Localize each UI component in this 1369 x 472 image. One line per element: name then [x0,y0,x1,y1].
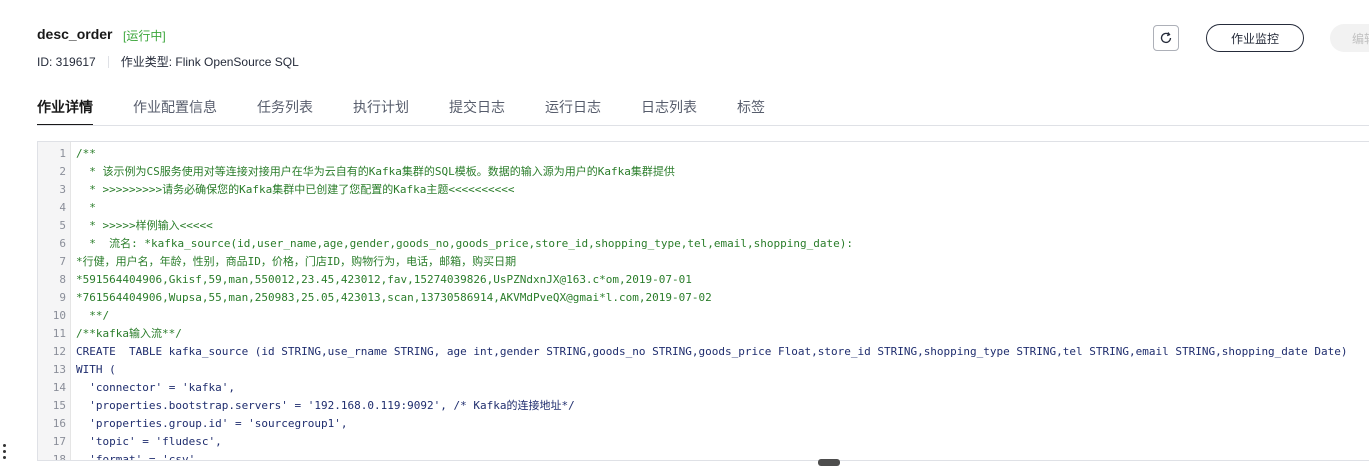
line-text: 'connector' = 'kafka', [76,381,235,394]
line-number: 8 [59,273,66,286]
line-text: *行健，用户名，年龄，性别，商品ID，价格，门店ID，购物行为，电话，邮箱，购买… [76,255,517,268]
line-number: 1 [59,147,66,160]
job-type: 作业类型: Flink OpenSource SQL [120,55,299,69]
code-line: 16 'properties.group.id' = 'sourcegroup1… [38,415,1369,433]
code-line: 8 *591564404906,Gkisf,59,man,550012,23.45… [38,271,1369,289]
divider [107,55,109,68]
line-text: * 流名: *kafka_source(id,user_name,age,gen… [76,237,853,250]
refresh-icon [1160,32,1172,44]
line-number: 12 [52,345,66,358]
line-text: **/ [76,309,110,322]
code-line: 13 WITH ( [38,361,1369,379]
code-line: 15 'properties.bootstrap.servers' = '192… [38,397,1369,415]
line-number: 11 [52,327,66,340]
tab-submit-log[interactable]: 提交日志 [449,96,505,126]
job-name: desc_order [37,26,113,42]
job-meta: ID: 319617 作业类型: Flink OpenSource SQL [37,53,299,70]
tab-job-details[interactable]: 作业详情 [37,96,93,126]
tab-log-list[interactable]: 日志列表 [641,96,697,126]
line-text: *761564404906,Wupsa,55,man,250983,25.05,… [76,291,712,304]
line-text: /** [76,147,96,160]
code-line: 2 * 该示例为CS服务使用对等连接对接用户在华为云自有的Kafka集群的SQL… [38,163,1369,181]
line-text: * >>>>>>>>>请务必确保您的Kafka集群中已创建了您配置的Kafka主… [76,183,515,196]
sql-code-editor[interactable]: 1 /** 2 * 该示例为CS服务使用对等连接对接用户在华为云自有的Kafka集群… [37,141,1369,461]
line-text: 'properties.bootstrap.servers' = '192.16… [76,399,575,412]
tab-job-config[interactable]: 作业配置信息 [133,96,217,126]
tab-execution-plan[interactable]: 执行计划 [353,96,409,126]
line-text: 'format' = 'csv', [76,453,202,461]
status-badge: [运行中] [123,29,166,43]
line-text: /**kafka输入流**/ [76,327,182,340]
line-number: 4 [59,201,66,214]
code-lines: 1 /** 2 * 该示例为CS服务使用对等连接对接用户在华为云自有的Kafka集群… [38,145,1369,461]
code-line: 10 **/ [38,307,1369,325]
line-text: * 该示例为CS服务使用对等连接对接用户在华为云自有的Kafka集群的SQL模板… [76,165,675,178]
line-text: * >>>>>样例输入<<<<< [76,219,213,232]
code-line: 12 CREATE TABLE kafka_source (id STRING,u… [38,343,1369,361]
side-drag-icon[interactable] [3,444,7,464]
tab-task-list[interactable]: 任务列表 [257,96,313,126]
edit-button[interactable]: 编辑 [1330,24,1369,52]
line-number: 10 [52,309,66,322]
code-line: 17 'topic' = 'fludesc', [38,433,1369,451]
line-text: 'properties.group.id' = 'sourcegroup1', [76,417,348,430]
line-number: 6 [59,237,66,250]
code-line: 3 * >>>>>>>>>请务必确保您的Kafka集群中已创建了您配置的Kafk… [38,181,1369,199]
line-number: 5 [59,219,66,232]
code-line: 11 /**kafka输入流**/ [38,325,1369,343]
code-line: 7 *行健，用户名，年龄，性别，商品ID，价格，门店ID，购物行为，电话，邮箱，购… [38,253,1369,271]
line-text: CREATE TABLE kafka_source (id STRING,use… [76,345,1348,358]
line-number: 16 [52,417,66,430]
line-number: 2 [59,165,66,178]
line-text: * [76,201,96,214]
code-line: 6 * 流名: *kafka_source(id,user_name,age,g… [38,235,1369,253]
line-number: 9 [59,291,66,304]
line-number: 14 [52,381,66,394]
tabs-divider [37,125,1369,126]
refresh-button[interactable] [1153,25,1179,51]
code-line: 14 'connector' = 'kafka', [38,379,1369,397]
job-detail-page: desc_order [运行中] ID: 319617 作业类型: Flink … [0,0,1369,472]
line-number: 15 [52,399,66,412]
tab-bar: 作业详情 作业配置信息 任务列表 执行计划 提交日志 运行日志 日志列表 标签 [37,96,805,126]
line-text: 'topic' = 'fludesc', [76,435,222,448]
code-line: 9 *761564404906,Wupsa,55,man,250983,25.05… [38,289,1369,307]
code-line: 1 /** [38,145,1369,163]
line-number: 17 [52,435,66,448]
tab-run-log[interactable]: 运行日志 [545,96,601,126]
line-number: 3 [59,183,66,196]
line-text: *591564404906,Gkisf,59,man,550012,23.45,… [76,273,692,286]
code-line: 4 * [38,199,1369,217]
line-text: WITH ( [76,363,116,376]
code-line: 5 * >>>>>样例输入<<<<< [38,217,1369,235]
job-id: ID: 319617 [37,54,96,69]
line-number: 18 [52,453,66,461]
line-number: 13 [52,363,66,376]
line-number: 7 [59,255,66,268]
resize-handle-icon[interactable] [818,459,840,466]
code-line: 18 'format' = 'csv', [38,451,1369,461]
tab-tags[interactable]: 标签 [737,96,765,126]
job-monitor-button[interactable]: 作业监控 [1206,24,1304,52]
